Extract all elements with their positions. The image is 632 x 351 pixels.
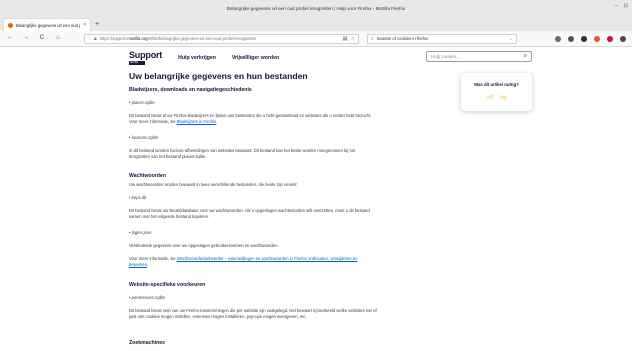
- reload-button[interactable]: C: [38, 35, 46, 42]
- extension-icon[interactable]: [594, 35, 600, 42]
- paragraph: Voor meer informatie, zie Wachtwoordenbe…: [129, 256, 358, 268]
- pocket-icon[interactable]: [555, 35, 561, 42]
- minimize-button[interactable]: –: [615, 3, 618, 9]
- search-icon: ⌕: [371, 35, 374, 42]
- window-title: Belangrijke gegevens uit een oud profiel…: [226, 6, 406, 11]
- support-logo[interactable]: Support Mozilla: [129, 51, 162, 65]
- search-icon[interactable]: ⌕: [524, 53, 527, 60]
- tab-active[interactable]: Belangrijke gegevens uit een oud profiel…: [4, 19, 90, 31]
- file-name: • places.sqlite: [129, 100, 155, 105]
- section-heading-site-prefs: Website-specifieke voorkeuren: [129, 282, 206, 288]
- file-name: • favicons.sqlite: [129, 135, 158, 140]
- feedback-question: Was dit artikel nuttig?: [474, 82, 519, 87]
- paragraph: In dit bestand worden favicon-afbeelding…: [129, 148, 356, 160]
- window-titlebar: Belangrijke gegevens uit een oud profiel…: [0, 0, 632, 17]
- nav-volunteer[interactable]: Vrijwillliger worden: [232, 55, 279, 61]
- bookmark-star-icon[interactable]: ☆: [351, 36, 355, 42]
- page-title: Uw belangrijke gegevens en hun bestanden: [129, 71, 308, 81]
- paragraph: Dit bestand bevat veel van uw Firefox-to…: [129, 308, 377, 320]
- account-icon[interactable]: [581, 35, 587, 42]
- menu-icon[interactable]: [620, 35, 626, 42]
- back-button[interactable]: ←: [6, 35, 14, 42]
- section-heading-bookmarks: Bladwijzers, downloads en navigatiegesch…: [129, 87, 252, 93]
- extension-icons: [555, 35, 626, 42]
- feedback-buttons: 👍︎ 👎︎: [486, 93, 506, 101]
- paragraph: Versleutelde gegevens over uw opgeslagen…: [129, 243, 279, 248]
- feedback-card: Was dit artikel nuttig? 👍︎ 👎︎: [461, 73, 532, 111]
- tab-label: Belangrijke gegevens uit een oud profiel…: [16, 22, 80, 28]
- web-page: Support Mozilla Hulp verkrijgen Vrijwill…: [0, 47, 632, 351]
- file-name: • permissions.sqlite: [129, 295, 165, 300]
- thumbs-down-icon[interactable]: 👎︎: [500, 93, 507, 101]
- tab-close-icon[interactable]: ×: [83, 22, 86, 28]
- paragraph: Dit bestand bevat al uw Firefox-bladwijz…: [129, 113, 372, 125]
- tracking-shield-icon[interactable]: ◌: [88, 36, 91, 42]
- url-bar[interactable]: ◌ 🔒︎ https://support.mozilla.org/nl/kb/b…: [84, 33, 359, 44]
- paragraph: Dit bestand bevat uw sleuteldatabase voo…: [129, 208, 370, 220]
- file-name: • logins.json: [129, 230, 152, 235]
- downloads-icon[interactable]: [568, 35, 574, 42]
- link-bookmarks[interactable]: Bladwijzers in Firefox: [177, 119, 217, 124]
- search-bar[interactable]: ⌕ location of cookies in firefox →: [367, 33, 517, 44]
- navigation-toolbar: ← → C ⌂ ◌ 🔒︎ https://support.mozilla.org…: [0, 31, 632, 47]
- section-heading-search-engines: Zoekmachines: [129, 340, 166, 346]
- nav-get-help[interactable]: Hulp verkrijgen: [178, 55, 216, 61]
- file-name: • key4.db: [129, 195, 147, 200]
- forward-button[interactable]: →: [22, 35, 30, 42]
- lock-icon[interactable]: 🔒︎: [94, 36, 97, 42]
- maximize-button[interactable]: ⊡: [624, 3, 628, 9]
- tab-strip: Belangrijke gegevens uit een oud profiel…: [0, 17, 632, 31]
- new-tab-button[interactable]: +: [95, 19, 99, 31]
- search-go-arrow[interactable]: →: [508, 36, 513, 42]
- window-controls: – ⊡: [615, 3, 628, 9]
- ublock-icon[interactable]: [607, 35, 613, 42]
- search-placeholder: Hulp zoeken...: [431, 54, 460, 59]
- url-text[interactable]: https://support.mozilla.org/nl/kb/belang…: [100, 36, 340, 41]
- search-bar-text[interactable]: location of cookies in firefox: [377, 36, 505, 41]
- site-search-input[interactable]: Hulp zoeken... ⌕: [426, 51, 532, 62]
- thumbs-up-icon[interactable]: 👍︎: [486, 93, 493, 101]
- reader-view-icon[interactable]: ▤: [343, 36, 348, 42]
- section-heading-passwords: Wachtwoorden: [129, 173, 166, 179]
- home-button[interactable]: ⌂: [54, 35, 62, 42]
- firefox-favicon-icon: [8, 22, 13, 28]
- paragraph: Uw wachtwoorden worden bewaard in twee v…: [129, 182, 298, 187]
